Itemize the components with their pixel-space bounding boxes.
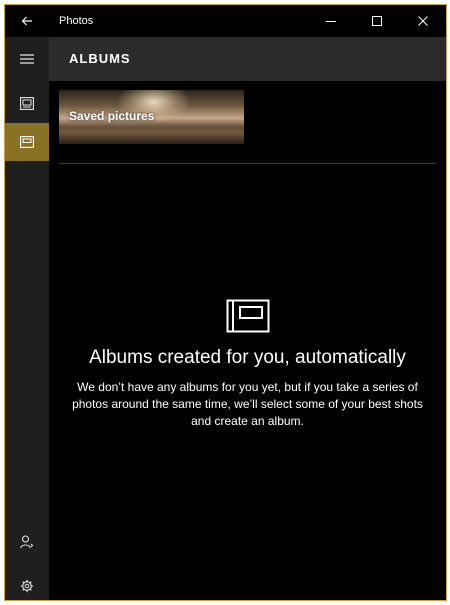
albums-icon <box>20 136 34 148</box>
hamburger-menu-button[interactable] <box>5 40 49 78</box>
arrow-left-icon <box>21 16 32 26</box>
empty-state: Albums created for you, automatically We… <box>49 299 446 430</box>
settings-gear-icon <box>20 579 34 593</box>
collection-icon <box>20 96 34 110</box>
people-icon <box>20 535 34 549</box>
page-title: ALBUMS <box>69 51 131 66</box>
nav-settings-button[interactable] <box>5 567 49 600</box>
window-controls <box>308 5 446 37</box>
close-button[interactable] <box>400 5 446 37</box>
maximize-icon <box>372 16 382 26</box>
nav-collection-button[interactable] <box>5 84 49 122</box>
album-frame-icon <box>226 299 269 333</box>
maximize-button[interactable] <box>354 5 400 37</box>
photos-window: Photos ALBUMS Saved pictures Albums crea… <box>4 4 447 601</box>
minimize-icon <box>326 21 336 22</box>
nav-rail <box>5 37 49 600</box>
nav-people-button[interactable] <box>5 523 49 561</box>
album-thumbnail-ground <box>59 124 244 144</box>
albums-content: Saved pictures Albums created for you, a… <box>49 81 446 600</box>
album-label: Saved pictures <box>69 109 155 123</box>
minimize-button[interactable] <box>308 5 354 37</box>
nav-albums-button[interactable] <box>5 123 49 161</box>
section-divider <box>59 163 436 164</box>
albums-header: ALBUMS <box>49 37 446 81</box>
back-button[interactable] <box>5 5 49 37</box>
empty-state-body: We don’t have any albums for you yet, bu… <box>72 380 423 428</box>
window-title: Photos <box>59 15 94 27</box>
close-icon <box>418 16 428 26</box>
hamburger-icon <box>20 54 34 64</box>
empty-state-heading: Albums created for you, automatically <box>89 347 406 368</box>
title-bar: Photos <box>5 5 446 37</box>
album-tile-saved-pictures[interactable]: Saved pictures <box>59 90 244 144</box>
